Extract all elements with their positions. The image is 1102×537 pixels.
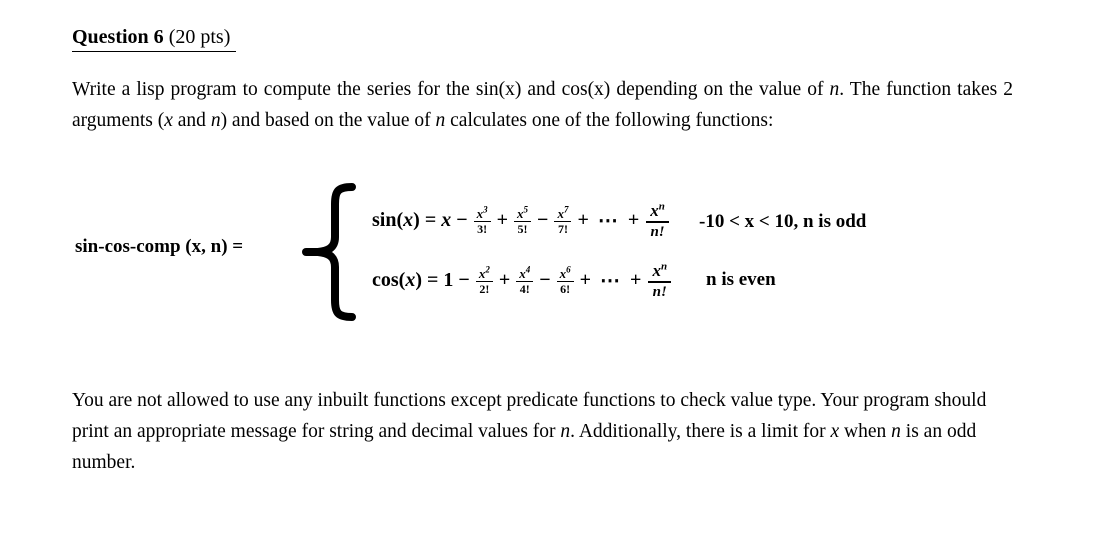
var-x: x xyxy=(830,421,840,442)
numerator-exponent: n xyxy=(660,260,668,273)
cos-final-numerator: xn xyxy=(648,260,671,281)
sin-final-denominator: n! xyxy=(650,223,665,240)
plus-sign: + xyxy=(577,209,589,232)
sin-function-name: sin xyxy=(372,209,397,232)
question-title: Question 6 xyxy=(72,26,164,48)
sin-final-term: xn n! xyxy=(646,200,669,240)
cos-final-term: xn n! xyxy=(648,260,672,300)
cos-term-1-denominator: 2! xyxy=(479,282,490,297)
close-paren: ) xyxy=(415,269,423,292)
constraints-text-2: . Additionally, there is a limit for xyxy=(570,421,831,442)
cos-term-3: x6 6! xyxy=(556,264,574,297)
plus-sign: + xyxy=(627,209,640,232)
cos-term-3-denominator: 6! xyxy=(560,282,571,297)
numerator-exponent: 3 xyxy=(483,204,488,215)
function-signature-label: sin-cos-comp (x, n) = xyxy=(75,236,244,257)
intro-text-3: and xyxy=(172,110,211,131)
cos-equation-row: cos(x) = 1 − x2 2! + x4 4! − x6 6! + ⋯ +… xyxy=(372,260,673,300)
minus-sign: − xyxy=(458,269,470,292)
var-n: n xyxy=(435,110,446,131)
sin-term-2-numerator: x5 xyxy=(514,204,531,221)
cos-term-1: x2 2! xyxy=(475,264,493,297)
numerator-exponent: 7 xyxy=(563,204,569,215)
cos-condition: n is even xyxy=(706,269,776,290)
intro-paragraph: Write a lisp program to compute the seri… xyxy=(72,74,1013,136)
left-curly-brace-icon xyxy=(300,182,360,322)
var-n: n xyxy=(829,79,840,100)
numerator-base: x xyxy=(652,261,661,280)
page-title: Question 6 (20 pts) xyxy=(72,24,237,52)
cos-term-1-numerator: x2 xyxy=(476,264,493,281)
sin-equation-row: sin(x) = x − x3 3! + x5 5! − x7 7! + ⋯ +… xyxy=(372,200,671,240)
sin-term-2: x5 5! xyxy=(514,204,532,237)
ellipsis: ⋯ xyxy=(600,270,622,293)
intro-text-1: Write a lisp program to compute the seri… xyxy=(72,79,830,100)
ellipsis: ⋯ xyxy=(597,210,619,233)
sin-term-2-denominator: 5! xyxy=(517,222,528,237)
sin-term-3: x7 7! xyxy=(554,204,572,237)
minus-sign: − xyxy=(456,209,468,232)
sin-term-1: x3 3! xyxy=(473,204,491,237)
sin-first-term: x xyxy=(441,209,452,232)
close-paren: ) xyxy=(413,209,420,232)
plus-sign: + xyxy=(496,209,509,232)
numerator-exponent: 6 xyxy=(566,264,571,275)
intro-text-4: ) and based on the value of xyxy=(220,110,436,131)
equals-sign: = xyxy=(427,269,439,292)
sin-argument: x xyxy=(403,209,414,232)
cos-term-2-denominator: 4! xyxy=(519,282,530,297)
numerator-exponent: 2 xyxy=(485,264,490,275)
numerator-exponent: n xyxy=(658,200,665,213)
constraints-text-3: when xyxy=(839,421,892,442)
cos-equation: cos(x) = 1 − x2 2! + x4 4! − x6 6! + ⋯ +… xyxy=(372,260,673,300)
numerator-base: x xyxy=(650,201,659,220)
var-x: x xyxy=(164,110,173,131)
cos-term-3-numerator: x6 xyxy=(557,264,574,281)
cos-function-name: cos xyxy=(372,269,399,292)
cos-first-term: 1 xyxy=(443,269,454,292)
numerator-exponent: 4 xyxy=(525,264,531,275)
sin-condition: -10 < x < 10, n is odd xyxy=(699,211,867,232)
plus-sign: + xyxy=(498,269,511,292)
cos-argument: x xyxy=(405,269,416,292)
sin-term-3-denominator: 7! xyxy=(557,222,568,237)
constraints-paragraph: You are not allowed to use any inbuilt f… xyxy=(72,385,1013,478)
cos-final-denominator: n! xyxy=(652,283,667,300)
sin-term-1-numerator: x3 xyxy=(474,204,491,221)
equals-sign: = xyxy=(424,209,437,232)
plus-sign: + xyxy=(630,269,642,292)
minus-sign: − xyxy=(539,269,551,292)
cos-term-2-numerator: x4 xyxy=(516,264,533,281)
numerator-exponent: 5 xyxy=(523,204,529,215)
sin-term-3-numerator: x7 xyxy=(554,204,571,221)
sin-equation: sin(x) = x − x3 3! + x5 5! − x7 7! + ⋯ +… xyxy=(372,200,671,240)
minus-sign: − xyxy=(537,209,549,232)
plus-sign: + xyxy=(579,269,592,292)
question-points: (20 pts) xyxy=(163,26,231,48)
sin-final-numerator: xn xyxy=(646,200,669,221)
var-n: n xyxy=(891,421,901,442)
intro-text-5: calculates one of the following function… xyxy=(445,110,774,131)
var-n: n xyxy=(210,110,221,131)
sin-term-1-denominator: 3! xyxy=(477,222,488,237)
cos-term-2: x4 4! xyxy=(516,264,534,297)
document-page: Question 6 (20 pts) Write a lisp program… xyxy=(0,0,1102,537)
var-n: n xyxy=(560,421,571,442)
